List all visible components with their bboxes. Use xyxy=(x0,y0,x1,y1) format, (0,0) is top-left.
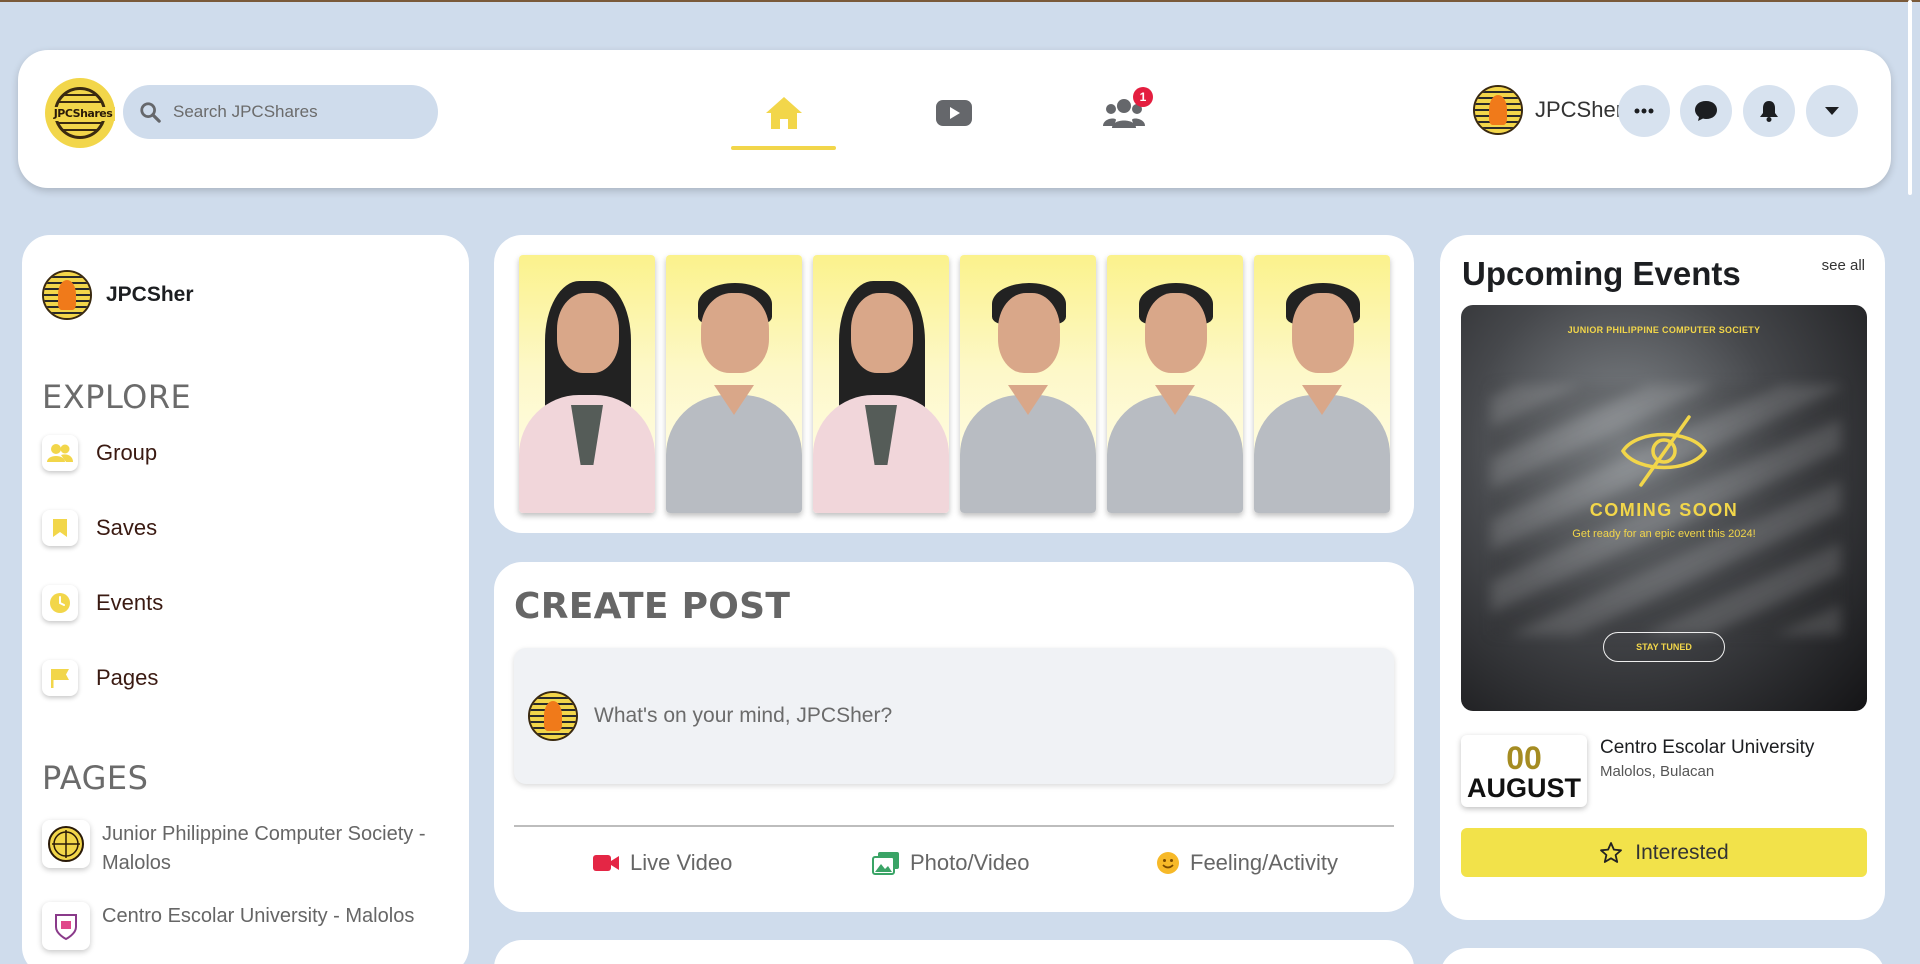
friend-request-badge: 1 xyxy=(1133,87,1153,107)
more-button[interactable] xyxy=(1618,85,1670,137)
tab-video[interactable] xyxy=(901,78,1006,148)
event-date: 00 AUGUST xyxy=(1461,735,1587,807)
sidebar-page-label: Centro Escolar University - Malolos xyxy=(102,905,415,927)
event-banner[interactable]: JUNIOR PHILIPPINE COMPUTER SOCIETY COMIN… xyxy=(1461,305,1867,711)
sidebar-item-label: Pages xyxy=(96,665,159,690)
more-icon xyxy=(1634,108,1654,114)
video-play-icon xyxy=(935,100,972,126)
stories-strip xyxy=(494,235,1414,533)
scrollbar[interactable] xyxy=(1908,0,1912,195)
messages-button[interactable] xyxy=(1680,85,1732,137)
account-menu-button[interactable] xyxy=(1806,85,1858,137)
event-venue: Centro Escolar University xyxy=(1600,737,1815,758)
left-sidebar: JPCSher EXPLORE Group Saves Events Pages… xyxy=(22,235,469,964)
logo-text: JPCShares xyxy=(51,107,115,121)
caret-down-icon xyxy=(1825,107,1839,115)
notifications-button[interactable] xyxy=(1743,85,1795,137)
see-all-link[interactable]: see all xyxy=(1822,257,1865,274)
post-composer[interactable]: What's on your mind, JPCSher? xyxy=(514,648,1394,784)
story-card[interactable] xyxy=(1254,255,1390,513)
top-navbar: JPCShares 1 JPCSher xyxy=(18,50,1891,188)
interested-label: Interested xyxy=(1635,840,1729,864)
photo-icon xyxy=(872,852,899,875)
story-card[interactable] xyxy=(519,255,655,513)
star-icon xyxy=(1600,841,1623,863)
home-icon xyxy=(765,97,802,129)
banner-headline: COMING SOON xyxy=(1589,500,1739,520)
post-action-label: Photo/Video xyxy=(910,850,1030,875)
create-post-title: CREATE POST xyxy=(514,586,791,627)
sidebar-page-label: Junior Philippine Computer Society - Mal… xyxy=(102,823,426,874)
window-top-border xyxy=(0,0,1920,2)
feeling-activity-button[interactable]: Feeling/Activity xyxy=(1156,850,1338,876)
story-card[interactable] xyxy=(1107,255,1243,513)
feed-post-card xyxy=(494,940,1414,964)
sidebar-item-label: Saves xyxy=(96,515,158,540)
story-card[interactable] xyxy=(666,255,802,513)
bookmark-icon xyxy=(42,510,78,546)
flag-icon xyxy=(42,660,78,696)
story-card[interactable] xyxy=(813,255,949,513)
profile-name: JPCSher xyxy=(1535,97,1624,122)
sidebar-page-ceu[interactable]: Centro Escolar University - Malolos xyxy=(42,902,442,950)
avatar xyxy=(528,691,578,741)
live-video-icon xyxy=(593,855,619,871)
tab-home[interactable] xyxy=(731,78,836,150)
explore-heading: EXPLORE xyxy=(42,378,192,416)
sidebar-item-events[interactable]: Events xyxy=(42,585,163,621)
sidebar-profile[interactable]: JPCSher xyxy=(42,270,194,320)
jpcs-logo-icon xyxy=(42,820,90,868)
sidebar-item-label: Group xyxy=(96,440,158,465)
avatar xyxy=(1473,85,1523,135)
stay-tuned-button: STAY TUNED xyxy=(1603,632,1725,662)
interested-button[interactable]: Interested xyxy=(1461,828,1867,877)
live-video-button[interactable]: Live Video xyxy=(592,850,732,876)
sidebar-username: JPCSher xyxy=(106,283,194,306)
bell-icon xyxy=(1760,101,1778,122)
tab-friends[interactable]: 1 xyxy=(1071,78,1176,148)
composer-placeholder: What's on your mind, JPCSher? xyxy=(594,704,893,727)
right-secondary-card xyxy=(1440,948,1885,964)
divider xyxy=(514,825,1394,827)
globe-icon: JPCShares xyxy=(51,87,115,139)
create-post-card: CREATE POST What's on your mind, JPCSher… xyxy=(494,562,1414,912)
event-day: 00 xyxy=(1506,740,1542,776)
sidebar-item-label: Events xyxy=(96,590,164,615)
eye-off-icon xyxy=(1620,415,1708,487)
event-location: Centro Escolar University Malolos, Bulac… xyxy=(1600,737,1814,780)
sidebar-page-jpcs[interactable]: Junior Philippine Computer Society - Mal… xyxy=(42,820,442,878)
event-month: AUGUST xyxy=(1467,773,1581,803)
search-box[interactable] xyxy=(123,85,438,139)
event-address: Malolos, Bulacan xyxy=(1600,763,1715,780)
events-title: Upcoming Events xyxy=(1462,255,1741,292)
profile-chip[interactable]: JPCSher xyxy=(1473,85,1623,135)
ceu-logo-icon xyxy=(42,902,90,950)
photo-video-button[interactable]: Photo/Video xyxy=(872,850,1029,876)
group-icon xyxy=(42,435,78,471)
messenger-icon xyxy=(1695,101,1717,121)
sidebar-item-saves[interactable]: Saves xyxy=(42,510,157,546)
pages-heading: PAGES xyxy=(42,759,149,797)
banner-org: JUNIOR PHILIPPINE COMPUTER SOCIETY xyxy=(1567,325,1761,335)
post-action-label: Feeling/Activity xyxy=(1190,850,1338,875)
upcoming-events-card: Upcoming Events see all JUNIOR PHILIPPIN… xyxy=(1440,235,1885,920)
story-card[interactable] xyxy=(960,255,1096,513)
clock-icon xyxy=(42,585,78,621)
post-action-label: Live Video xyxy=(630,850,733,875)
jpcshares-logo[interactable]: JPCShares xyxy=(45,78,115,148)
sidebar-item-group[interactable]: Group xyxy=(42,435,157,471)
avatar xyxy=(42,270,92,320)
search-icon xyxy=(140,102,161,123)
search-input[interactable] xyxy=(173,102,413,122)
sidebar-item-pages[interactable]: Pages xyxy=(42,660,158,696)
smiley-icon xyxy=(1157,852,1179,874)
banner-tagline: Get ready for an epic event this 2024! xyxy=(1572,528,1756,540)
